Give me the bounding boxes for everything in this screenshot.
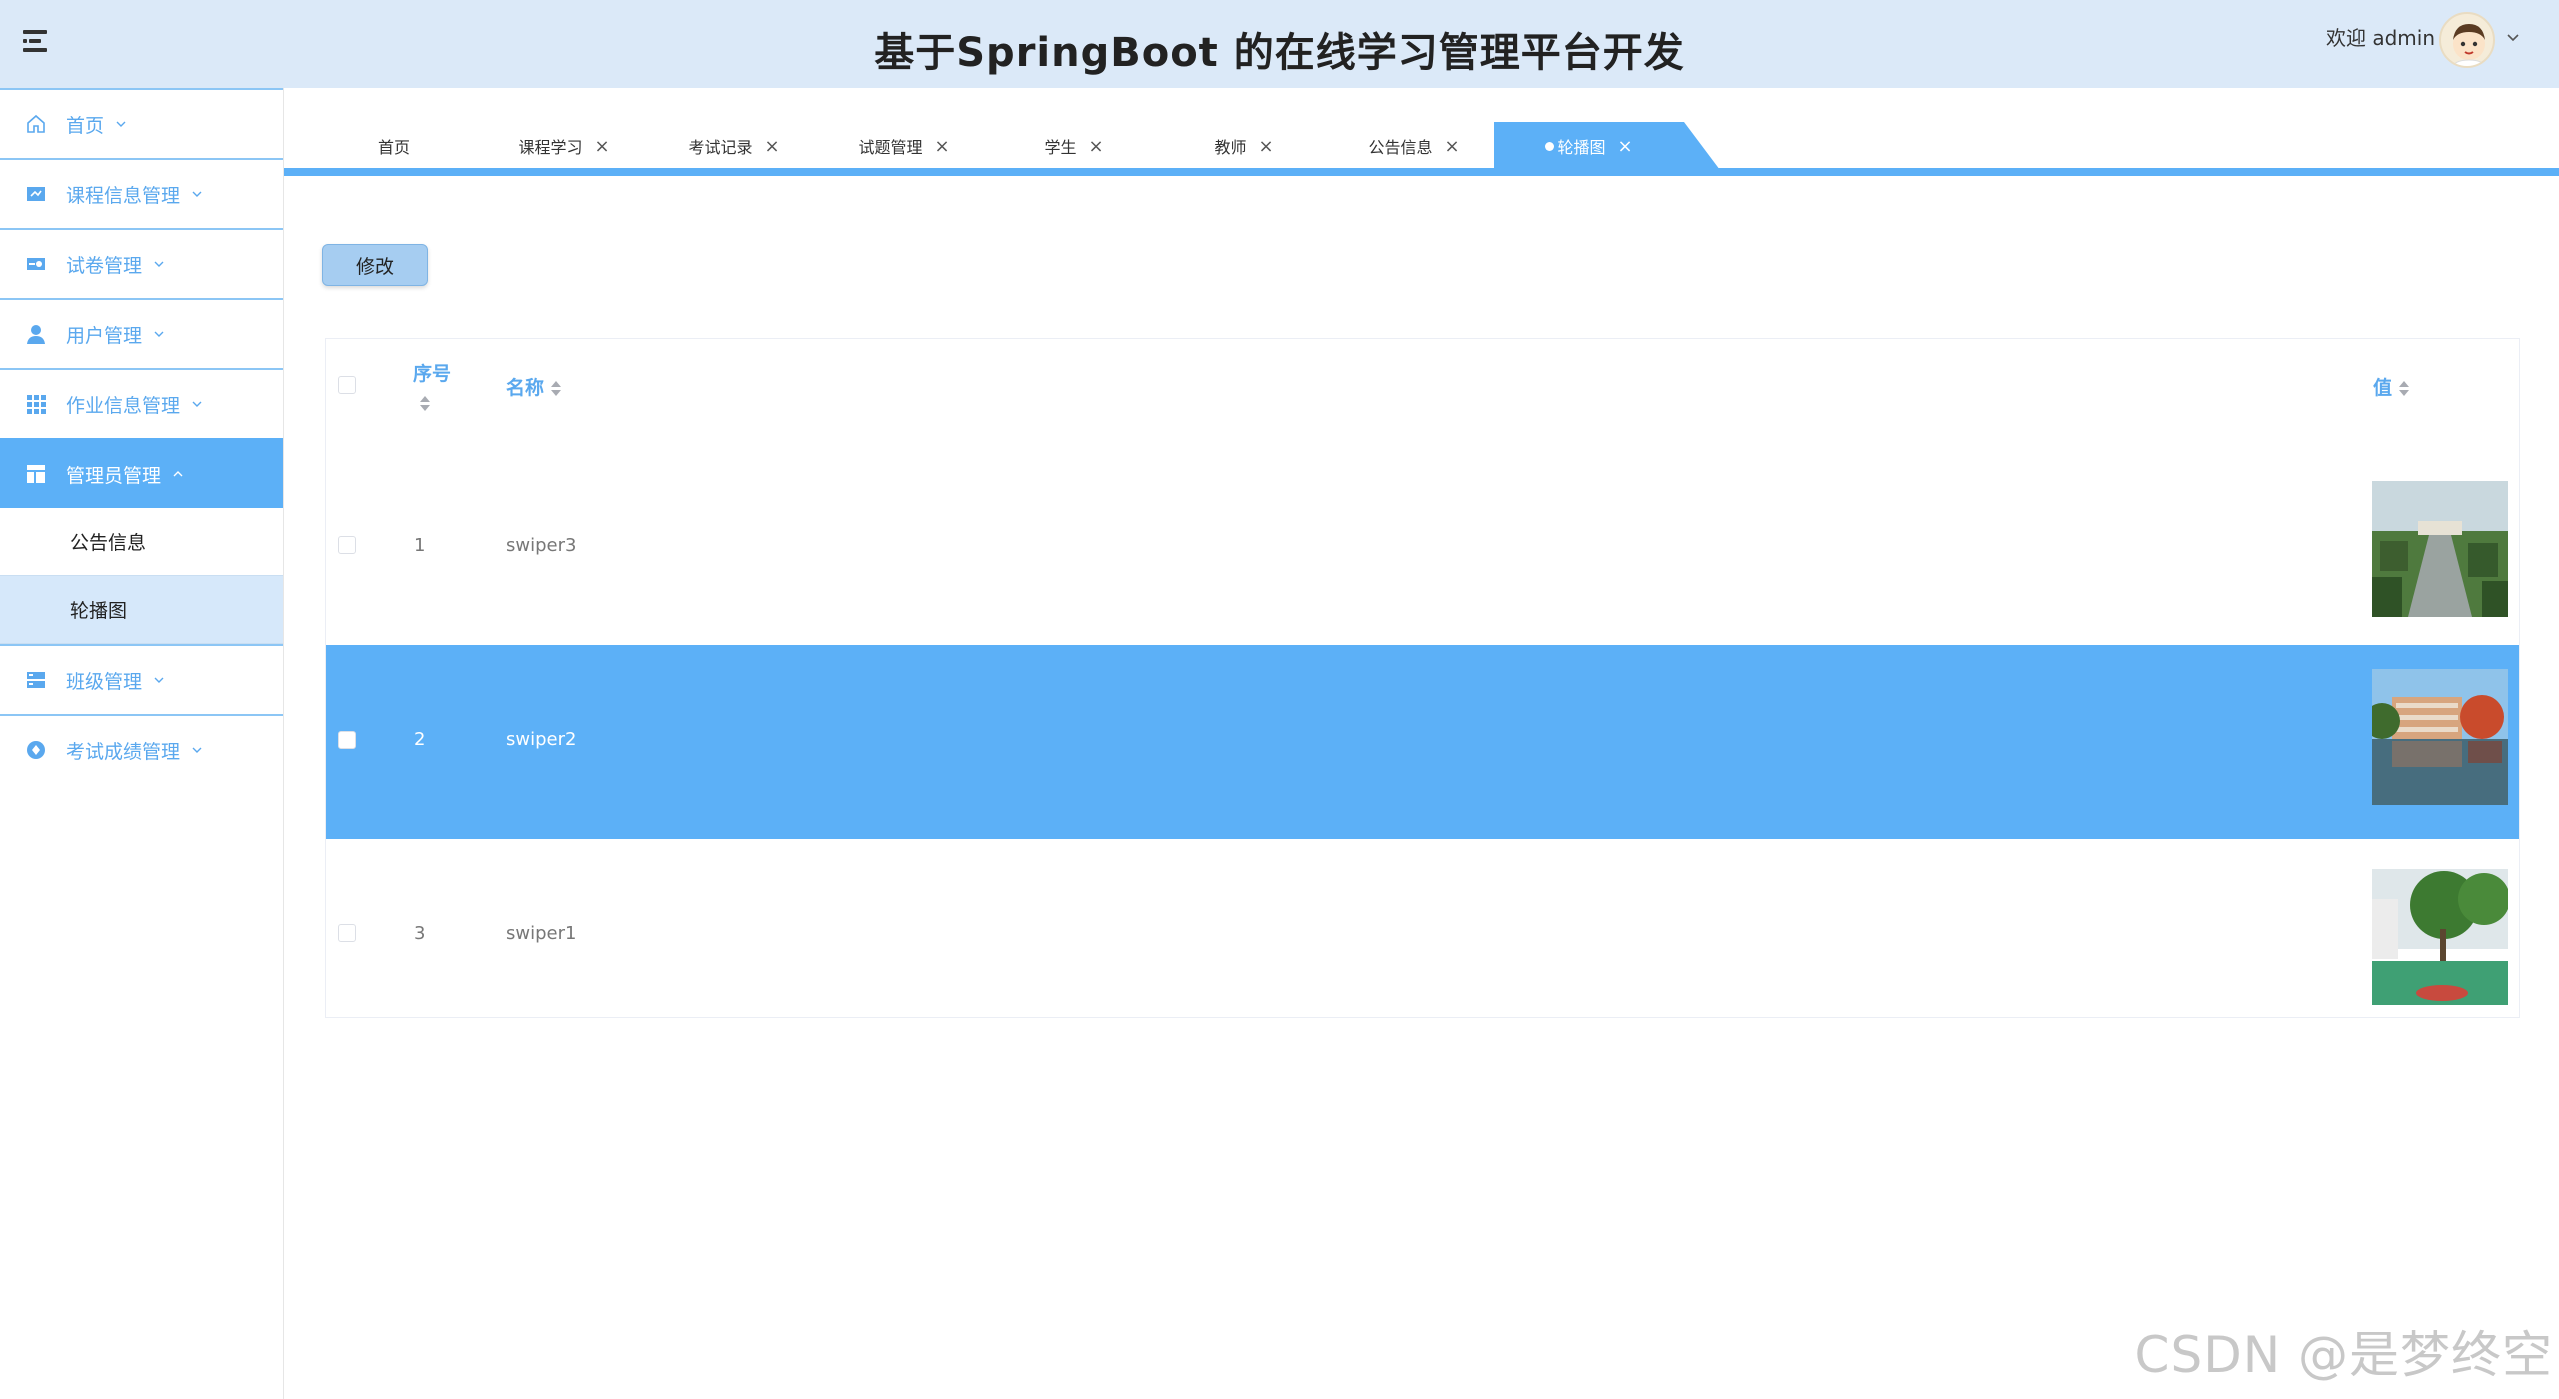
sidebar-item-label: 首页 <box>66 114 105 137</box>
chevron-down-icon <box>154 677 164 683</box>
column-label: 名称 <box>506 377 545 399</box>
row-checkbox[interactable] <box>338 924 356 942</box>
row-checkbox[interactable] <box>338 731 356 749</box>
close-icon[interactable]: × <box>1258 136 1273 157</box>
tab-label: 公告信息 <box>1368 138 1433 157</box>
edit-button[interactable]: 修改 <box>322 244 428 286</box>
sidebar-item-class[interactable]: 班级管理 <box>0 644 283 714</box>
chevron-down-icon[interactable] <box>2505 30 2521 46</box>
tab-students[interactable]: 学生 × <box>1004 122 1144 170</box>
tab-label: 轮播图 <box>1557 138 1606 157</box>
row-name: swiper1 <box>506 923 577 944</box>
welcome-text: 欢迎 admin <box>2325 26 2435 50</box>
tab-label: 考试记录 <box>688 138 753 157</box>
sidebar-item-label: 课程信息管理 <box>66 184 181 207</box>
table-row[interactable]: 1 swiper3 <box>326 451 2519 645</box>
sort-icon[interactable] <box>419 395 431 413</box>
tab-notice[interactable]: 公告信息 × <box>1344 122 1484 170</box>
sidebar-item-homework[interactable]: 作业信息管理 <box>0 368 283 438</box>
score-icon <box>24 738 48 762</box>
table-header: 序号 名称 值 <box>326 339 2519 449</box>
close-icon[interactable]: × <box>934 136 949 157</box>
sidebar-item-users[interactable]: 用户管理 <box>0 298 283 368</box>
select-all-checkbox[interactable] <box>338 376 356 394</box>
chevron-down-icon <box>154 261 164 267</box>
tab-label: 首页 <box>377 138 410 157</box>
column-header-value[interactable]: 值 <box>2373 373 2410 400</box>
close-icon[interactable]: × <box>1444 136 1459 157</box>
close-icon[interactable]: × <box>594 136 609 157</box>
campus-road-image <box>2372 481 2508 617</box>
avatar[interactable] <box>2439 12 2495 68</box>
course-icon <box>24 182 48 206</box>
column-label: 序号 <box>413 363 452 385</box>
row-name: swiper2 <box>506 729 577 750</box>
tab-label: 试题管理 <box>858 138 923 157</box>
row-checkbox[interactable] <box>338 536 356 554</box>
sidebar-item-label: 班级管理 <box>66 670 143 693</box>
class-icon <box>24 668 48 692</box>
sort-icon[interactable] <box>550 380 562 398</box>
chevron-up-icon <box>173 471 183 477</box>
tab-label: 学生 <box>1044 138 1077 157</box>
sidebar-item-label: 作业信息管理 <box>66 394 181 417</box>
sidebar-item-home[interactable]: 首页 <box>0 88 283 158</box>
tab-exam-records[interactable]: 考试记录 × <box>664 122 804 170</box>
watermark-text: CSDN @是梦终空 <box>2134 1326 2553 1384</box>
column-header-name[interactable]: 名称 <box>506 373 562 400</box>
tab-label: 教师 <box>1214 138 1247 157</box>
app-title: 基于SpringBoot 的在线学习管理平台开发 <box>874 30 1685 76</box>
top-header: 基于SpringBoot 的在线学习管理平台开发 欢迎 admin <box>0 0 2559 88</box>
campus-court-image <box>2372 869 2508 1005</box>
sidebar-item-label: 考试成绩管理 <box>66 740 181 763</box>
grid-icon <box>24 392 48 416</box>
table-row[interactable]: 3 swiper1 <box>326 839 2519 1033</box>
sidebar-item-course[interactable]: 课程信息管理 <box>0 158 283 228</box>
column-label: 值 <box>2373 377 2393 399</box>
chevron-down-icon <box>192 747 202 753</box>
campus-lake-image <box>2372 669 2508 805</box>
tab-bar: 首页 课程学习 × 考试记录 × 试题管理 × 学生 × 教师 × 公告信息 × 轮播图 × <box>284 112 2559 170</box>
sidebar-subitem-notice[interactable]: 公告信息 <box>0 508 283 576</box>
close-icon[interactable]: × <box>764 136 779 157</box>
sidebar-item-label: 管理员管理 <box>66 464 162 487</box>
tab-underline <box>284 168 2559 176</box>
sidebar-item-label: 用户管理 <box>66 324 143 347</box>
table-row[interactable]: 2 swiper2 <box>326 645 2519 839</box>
sidebar-item-admin[interactable]: 管理员管理 <box>0 438 283 508</box>
close-icon[interactable]: × <box>1088 136 1103 157</box>
carousel-table: 序号 名称 值 1 swiper3 2 swiper2 3 swiper1 <box>325 338 2520 1018</box>
chevron-down-icon <box>154 331 164 337</box>
row-name: swiper3 <box>506 535 577 556</box>
tab-question-admin[interactable]: 试题管理 × <box>834 122 974 170</box>
chevron-down-icon <box>116 121 126 127</box>
tab-carousel[interactable]: 轮播图 × <box>1494 122 1720 170</box>
tab-home[interactable]: 首页 <box>324 122 464 170</box>
exam-paper-icon <box>24 252 48 276</box>
tab-label: 课程学习 <box>518 138 583 157</box>
tab-teachers[interactable]: 教师 × <box>1174 122 1314 170</box>
row-index: 1 <box>414 535 426 556</box>
column-header-index[interactable]: 序号 <box>413 359 451 414</box>
sidebar-item-exam-paper[interactable]: 试卷管理 <box>0 228 283 298</box>
layout-icon <box>24 462 48 486</box>
sidebar-subitem-carousel[interactable]: 轮播图 <box>0 576 283 644</box>
tab-course-study[interactable]: 课程学习 × <box>494 122 634 170</box>
row-index: 3 <box>414 923 426 944</box>
user-icon <box>24 322 48 346</box>
row-index: 2 <box>414 729 426 750</box>
sidebar-item-label: 试卷管理 <box>66 254 143 277</box>
sort-icon[interactable] <box>2398 380 2410 398</box>
active-dot-icon <box>1545 141 1555 151</box>
chevron-down-icon <box>192 401 202 407</box>
sidebar: 首页 课程信息管理 试卷管理 用户管理 作业信息管理 管理员管理 公告信息 轮播… <box>0 88 284 1399</box>
close-icon[interactable]: × <box>1617 136 1632 157</box>
chevron-down-icon <box>192 191 202 197</box>
sidebar-item-score[interactable]: 考试成绩管理 <box>0 714 283 784</box>
home-icon <box>24 112 48 136</box>
